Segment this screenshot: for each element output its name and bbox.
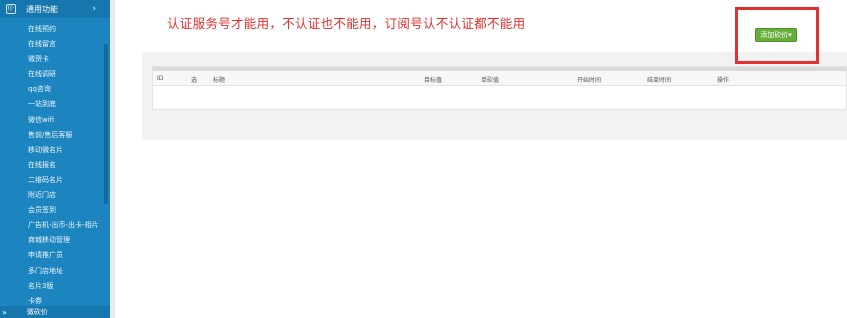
column-header-id: ID — [157, 75, 164, 82]
column-header-select: 选 — [191, 77, 198, 84]
chevron-right-icon: › — [92, 4, 96, 14]
sidebar-menu: 在线预约 在线留言 微贺卡 在线调研 qq咨询 一站到底 微信wifi 售前/售… — [0, 18, 110, 309]
sidebar-item[interactable]: qq咨询 — [0, 82, 110, 97]
column-header-title: 标题 — [213, 77, 226, 84]
column-header-unit-cut: 单砍值 — [481, 77, 500, 84]
column-header-actions: 操作 — [717, 77, 730, 84]
sidebar-item[interactable]: 在线报名 — [0, 158, 110, 173]
column-header-end-time: 结束时间 — [647, 77, 672, 84]
double-chevron-icon[interactable]: » — [2, 308, 7, 317]
sidebar-item[interactable]: 在线调研 — [0, 67, 110, 82]
sidebar-header-label: 通用功能 — [26, 4, 58, 14]
sidebar-item[interactable]: 多门店地址 — [0, 264, 110, 279]
sidebar-item[interactable]: 微信wifi — [0, 113, 110, 128]
sidebar-item[interactable]: 附近门店 — [0, 188, 110, 203]
warning-notice: 认证服务号才能用，不认证也不能用，订阅号认不认证都不能用 — [167, 16, 526, 31]
sidebar-bottom-bar: » 微砍价 — [0, 306, 110, 318]
sidebar-item[interactable]: 会员签到 — [0, 203, 110, 218]
sidebar-scrollbar[interactable] — [104, 44, 108, 204]
column-header-start-time: 开始时间 — [577, 77, 602, 84]
sidebar-divider — [110, 0, 115, 318]
sidebar-item[interactable]: 广告机-出币-出卡-相片 — [0, 218, 110, 233]
main-panel: 认证服务号才能用，不认证也不能用，订阅号认不认证都不能用 添加砍价▾ ID 选 … — [142, 0, 847, 140]
sidebar: ((· 通用功能 › 在线预约 在线留言 微贺卡 在线调研 qq咨询 一站到底 … — [0, 0, 110, 318]
sidebar-item[interactable]: 在线预约 — [0, 22, 110, 37]
sidebar-item[interactable]: 一站到底 — [0, 97, 110, 112]
sidebar-item[interactable]: 申请推广员 — [0, 248, 110, 263]
sidebar-item[interactable]: 二维码名片 — [0, 173, 110, 188]
bargain-table: ID 选 标题 目标值 单砍值 开始时间 结束时间 操作 — [152, 66, 847, 110]
sidebar-item[interactable]: 在线留言 — [0, 37, 110, 52]
sidebar-item[interactable]: 名片3版 — [0, 279, 110, 294]
sidebar-item[interactable]: 商城移动管理 — [0, 233, 110, 248]
add-bargain-button[interactable]: 添加砍价▾ — [755, 28, 797, 42]
column-header-target: 目标值 — [424, 77, 443, 84]
sidebar-item-active[interactable]: 微砍价 — [27, 307, 48, 317]
sidebar-item[interactable]: 微贺卡 — [0, 52, 110, 67]
table-body-empty — [153, 86, 846, 108]
sidebar-item[interactable]: 移动微名片 — [0, 143, 110, 158]
table-header-row: ID 选 标题 目标值 单砍值 开始时间 结束时间 操作 — [153, 71, 846, 86]
sidebar-header[interactable]: ((· 通用功能 › — [0, 0, 110, 18]
sidebar-item[interactable]: 售前/售后客服 — [0, 128, 110, 143]
wifi-box-icon: ((· — [6, 4, 16, 14]
